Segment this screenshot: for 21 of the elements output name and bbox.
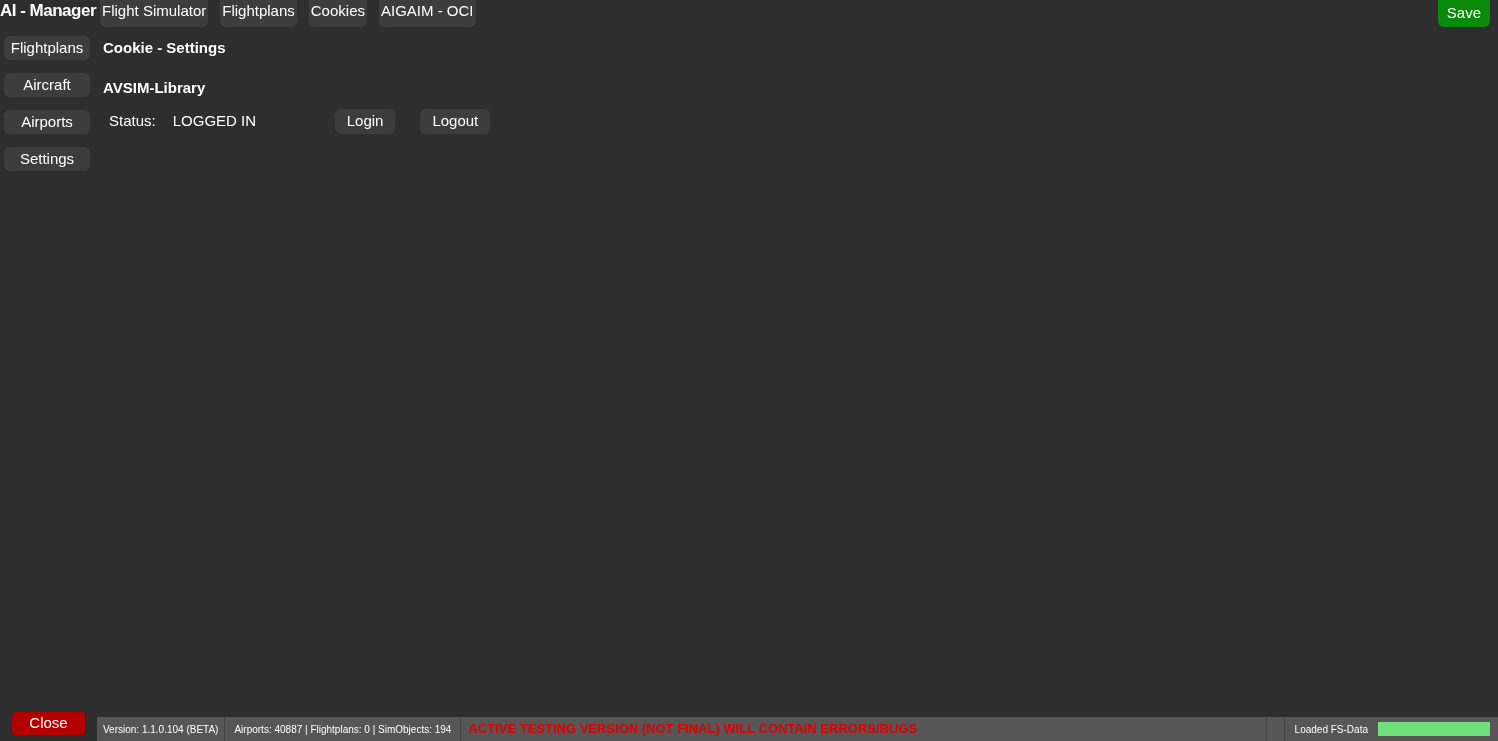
counts-text: Airports: 40887 | Flightplans: 0 | SimObjects: 194 — [225, 717, 462, 741]
top-tab[interactable]: AIGAIM - OCI — [379, 0, 476, 27]
top-tab[interactable]: Cookies — [308, 0, 367, 27]
sidebar-button[interactable]: Settings — [4, 147, 90, 171]
progress-label: Loaded FS-Data — [1293, 722, 1369, 737]
action-button[interactable]: Login — [334, 109, 396, 134]
subsection-heading: AVSIM-Library — [103, 77, 207, 98]
top-tab[interactable]: Flightplans — [220, 0, 297, 27]
warning-text: ACTIVE TESTING VERSION (NOT FINAL) WILL CONTAIN ERRORS/BUGS — [467, 720, 919, 739]
top-tab[interactable]: Flight Simulator — [100, 0, 209, 27]
status-value: LOGGED IN — [172, 111, 258, 132]
save-button[interactable]: Save — [1437, 0, 1490, 27]
sidebar-button[interactable]: Aircraft — [4, 73, 90, 97]
status-label: Status: — [109, 111, 156, 132]
close-button[interactable]: Close — [12, 712, 85, 735]
sidebar-button[interactable]: Flightplans — [4, 36, 90, 60]
section-heading: Cookie - Settings — [103, 38, 227, 58]
version-text: Version: 1.1.0.104 (BETA) — [97, 717, 226, 741]
sidebar-button[interactable]: Airports — [4, 110, 90, 134]
app-logo: AI - Manager — [0, 0, 97, 22]
action-button[interactable]: Logout — [420, 109, 491, 134]
